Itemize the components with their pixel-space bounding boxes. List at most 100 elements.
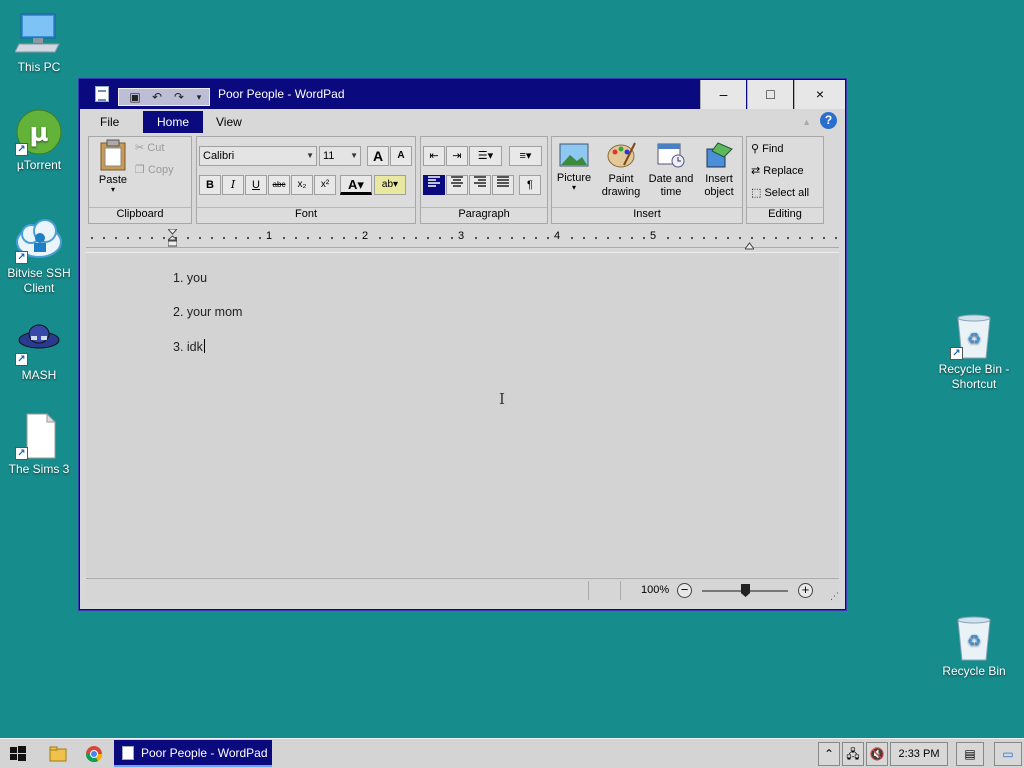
recycle-bin-icon: ♻ ↗ [950,312,998,360]
chrome-button[interactable] [80,739,108,768]
document-area[interactable]: 1. you 2. your mom 3. idk I [86,252,839,577]
clipboard-icon [100,139,126,171]
desktop-icon-the-sims-3[interactable]: ↗ The Sims 3 [1,412,77,477]
calendar-clock-icon [657,143,685,168]
wordpad-window: ▣ ↶ ↷ ▾ Poor People - WordPad – □ × File… [79,79,846,610]
insert-object-button[interactable]: Insert object [698,141,740,199]
windows-logo-icon [10,746,26,761]
justify-button[interactable] [492,175,514,195]
resize-grip-icon[interactable]: ⋰ [830,591,839,602]
picture-button[interactable]: Picture ▾ [554,141,594,192]
font-family-select[interactable]: Calibri ▼ [199,146,317,166]
ruler-number: 4 [553,230,562,242]
desktop-icon-recycle-bin[interactable]: ♻ Recycle Bin [936,614,1012,679]
customize-toolbar-icon[interactable]: ▾ [191,90,207,104]
grow-font-button[interactable]: A [367,146,389,166]
undo-icon[interactable]: ↶ [149,90,165,104]
insert-group: Picture ▾ Paint drawing Date and time In… [551,136,743,224]
desktop-icon-this-pc[interactable]: This PC [1,10,77,75]
tab-file[interactable]: File [86,111,133,133]
editing-group-label: Editing [747,207,823,222]
ruler-number: 2 [361,230,370,242]
replace-button[interactable]: ⇄ Replace [751,164,804,177]
folder-icon [49,746,67,762]
action-center-icon[interactable]: ▤ [956,742,984,766]
zoom-in-button[interactable]: + [798,583,813,598]
align-right-button[interactable] [469,175,491,195]
align-left-button[interactable] [423,175,445,195]
show-hidden-icons-button[interactable]: ⌃ [818,742,840,766]
ribbon-tabs: File Home View ▲ ? [86,110,839,134]
taskbar-wordpad-button[interactable]: Poor People - WordPad [114,740,272,767]
help-icon[interactable]: ? [820,112,837,129]
paragraph-group-label: Paragraph [421,207,547,222]
font-group-label: Font [197,207,415,222]
start-button[interactable] [0,739,36,768]
shrink-font-button[interactable]: A [390,146,412,166]
document-line: 3. idk [173,340,203,354]
copy-button[interactable]: ❐ Copy [135,163,174,176]
underline-button[interactable]: U [245,175,267,195]
bullets-button[interactable]: ☰▾ [469,146,502,166]
quick-access-toolbar: ▣ ↶ ↷ ▾ [118,88,210,106]
tab-view[interactable]: View [202,111,256,133]
utorrent-icon: µ ↗ [15,108,63,156]
strikethrough-button[interactable]: abc [268,175,290,195]
date-time-label: Date and time [648,173,694,198]
desktop-icon-utorrent[interactable]: µ ↗ µTorrent [1,108,77,173]
document-line: 1. you [173,271,208,285]
italic-button[interactable]: I [222,175,244,195]
decrease-indent-button[interactable]: ⇤ [423,146,445,166]
close-button[interactable]: × [794,80,845,109]
select-all-button[interactable]: ⬚ Select all [751,186,809,199]
font-group: Calibri ▼ 11 ▼ A A B I U abc x₂ x² A▾ ab… [196,136,416,224]
date-time-button[interactable]: Date and time [646,141,696,199]
clock[interactable]: 2:33 PM [890,742,948,766]
left-indent-marker-icon[interactable] [166,228,179,247]
justify-icon [497,176,509,187]
right-indent-marker-icon[interactable] [744,239,755,250]
font-color-button[interactable]: A▾ [340,175,372,195]
find-button[interactable]: ⚲ Find [751,142,784,155]
desktop-icon-recycle-bin-shortcut[interactable]: ♻ ↗ Recycle Bin - Shortcut [936,312,1012,392]
font-size-select[interactable]: 11 ▼ [319,146,361,166]
increase-indent-button[interactable]: ⇥ [446,146,468,166]
minimize-button[interactable]: – [700,80,746,109]
ibeam-cursor-icon: I [499,390,505,408]
paragraph-dialog-button[interactable]: ¶ [519,175,541,195]
show-desktop-icon[interactable]: ▭ [994,742,1022,766]
window-title: Poor People - WordPad [218,87,345,101]
desktop-icon-bitvise[interactable]: ↗ Bitvise SSH Client [1,216,77,296]
align-center-button[interactable] [446,175,468,195]
tab-home[interactable]: Home [143,111,204,133]
bold-button[interactable]: B [199,175,221,195]
network-icon[interactable]: 🖧 [842,742,864,766]
wordpad-icon[interactable] [95,86,109,102]
ruler[interactable]: 1 2 3 4 5 [86,228,839,250]
text-caret [203,339,205,353]
cut-button[interactable]: ✂ Cut [135,141,164,154]
subscript-button[interactable]: x₂ [291,175,313,195]
ruler-number: 5 [649,230,658,242]
desktop-icon-mash[interactable]: ↗ MASH [1,318,77,383]
paint-drawing-button[interactable]: Paint drawing [598,141,644,199]
svg-text:♻: ♻ [967,329,981,348]
status-bar: 100% − + ⋰ [86,578,839,602]
save-icon[interactable]: ▣ [127,90,143,104]
highlight-color-button[interactable]: ab▾ [374,175,406,195]
svg-text:µ: µ [29,118,48,148]
zoom-slider-thumb[interactable] [741,584,750,597]
title-bar[interactable]: ▣ ↶ ↷ ▾ Poor People - WordPad – □ × [80,80,845,109]
superscript-button[interactable]: x² [314,175,336,195]
zoom-out-button[interactable]: − [677,583,692,598]
minimize-ribbon-icon[interactable]: ▲ [802,117,811,127]
maximize-button[interactable]: □ [747,80,793,109]
chevron-down-icon: ▾ [110,185,115,194]
zoom-percentage[interactable]: 100% [641,584,669,596]
line-spacing-button[interactable]: ≡▾ [509,146,542,166]
file-explorer-button[interactable] [44,739,72,768]
volume-muted-icon[interactable]: 🔇 [866,742,888,766]
redo-icon[interactable]: ↷ [171,90,187,104]
paste-button[interactable]: Paste ▾ [93,139,133,201]
desktop-icon-label: µTorrent [16,158,62,172]
